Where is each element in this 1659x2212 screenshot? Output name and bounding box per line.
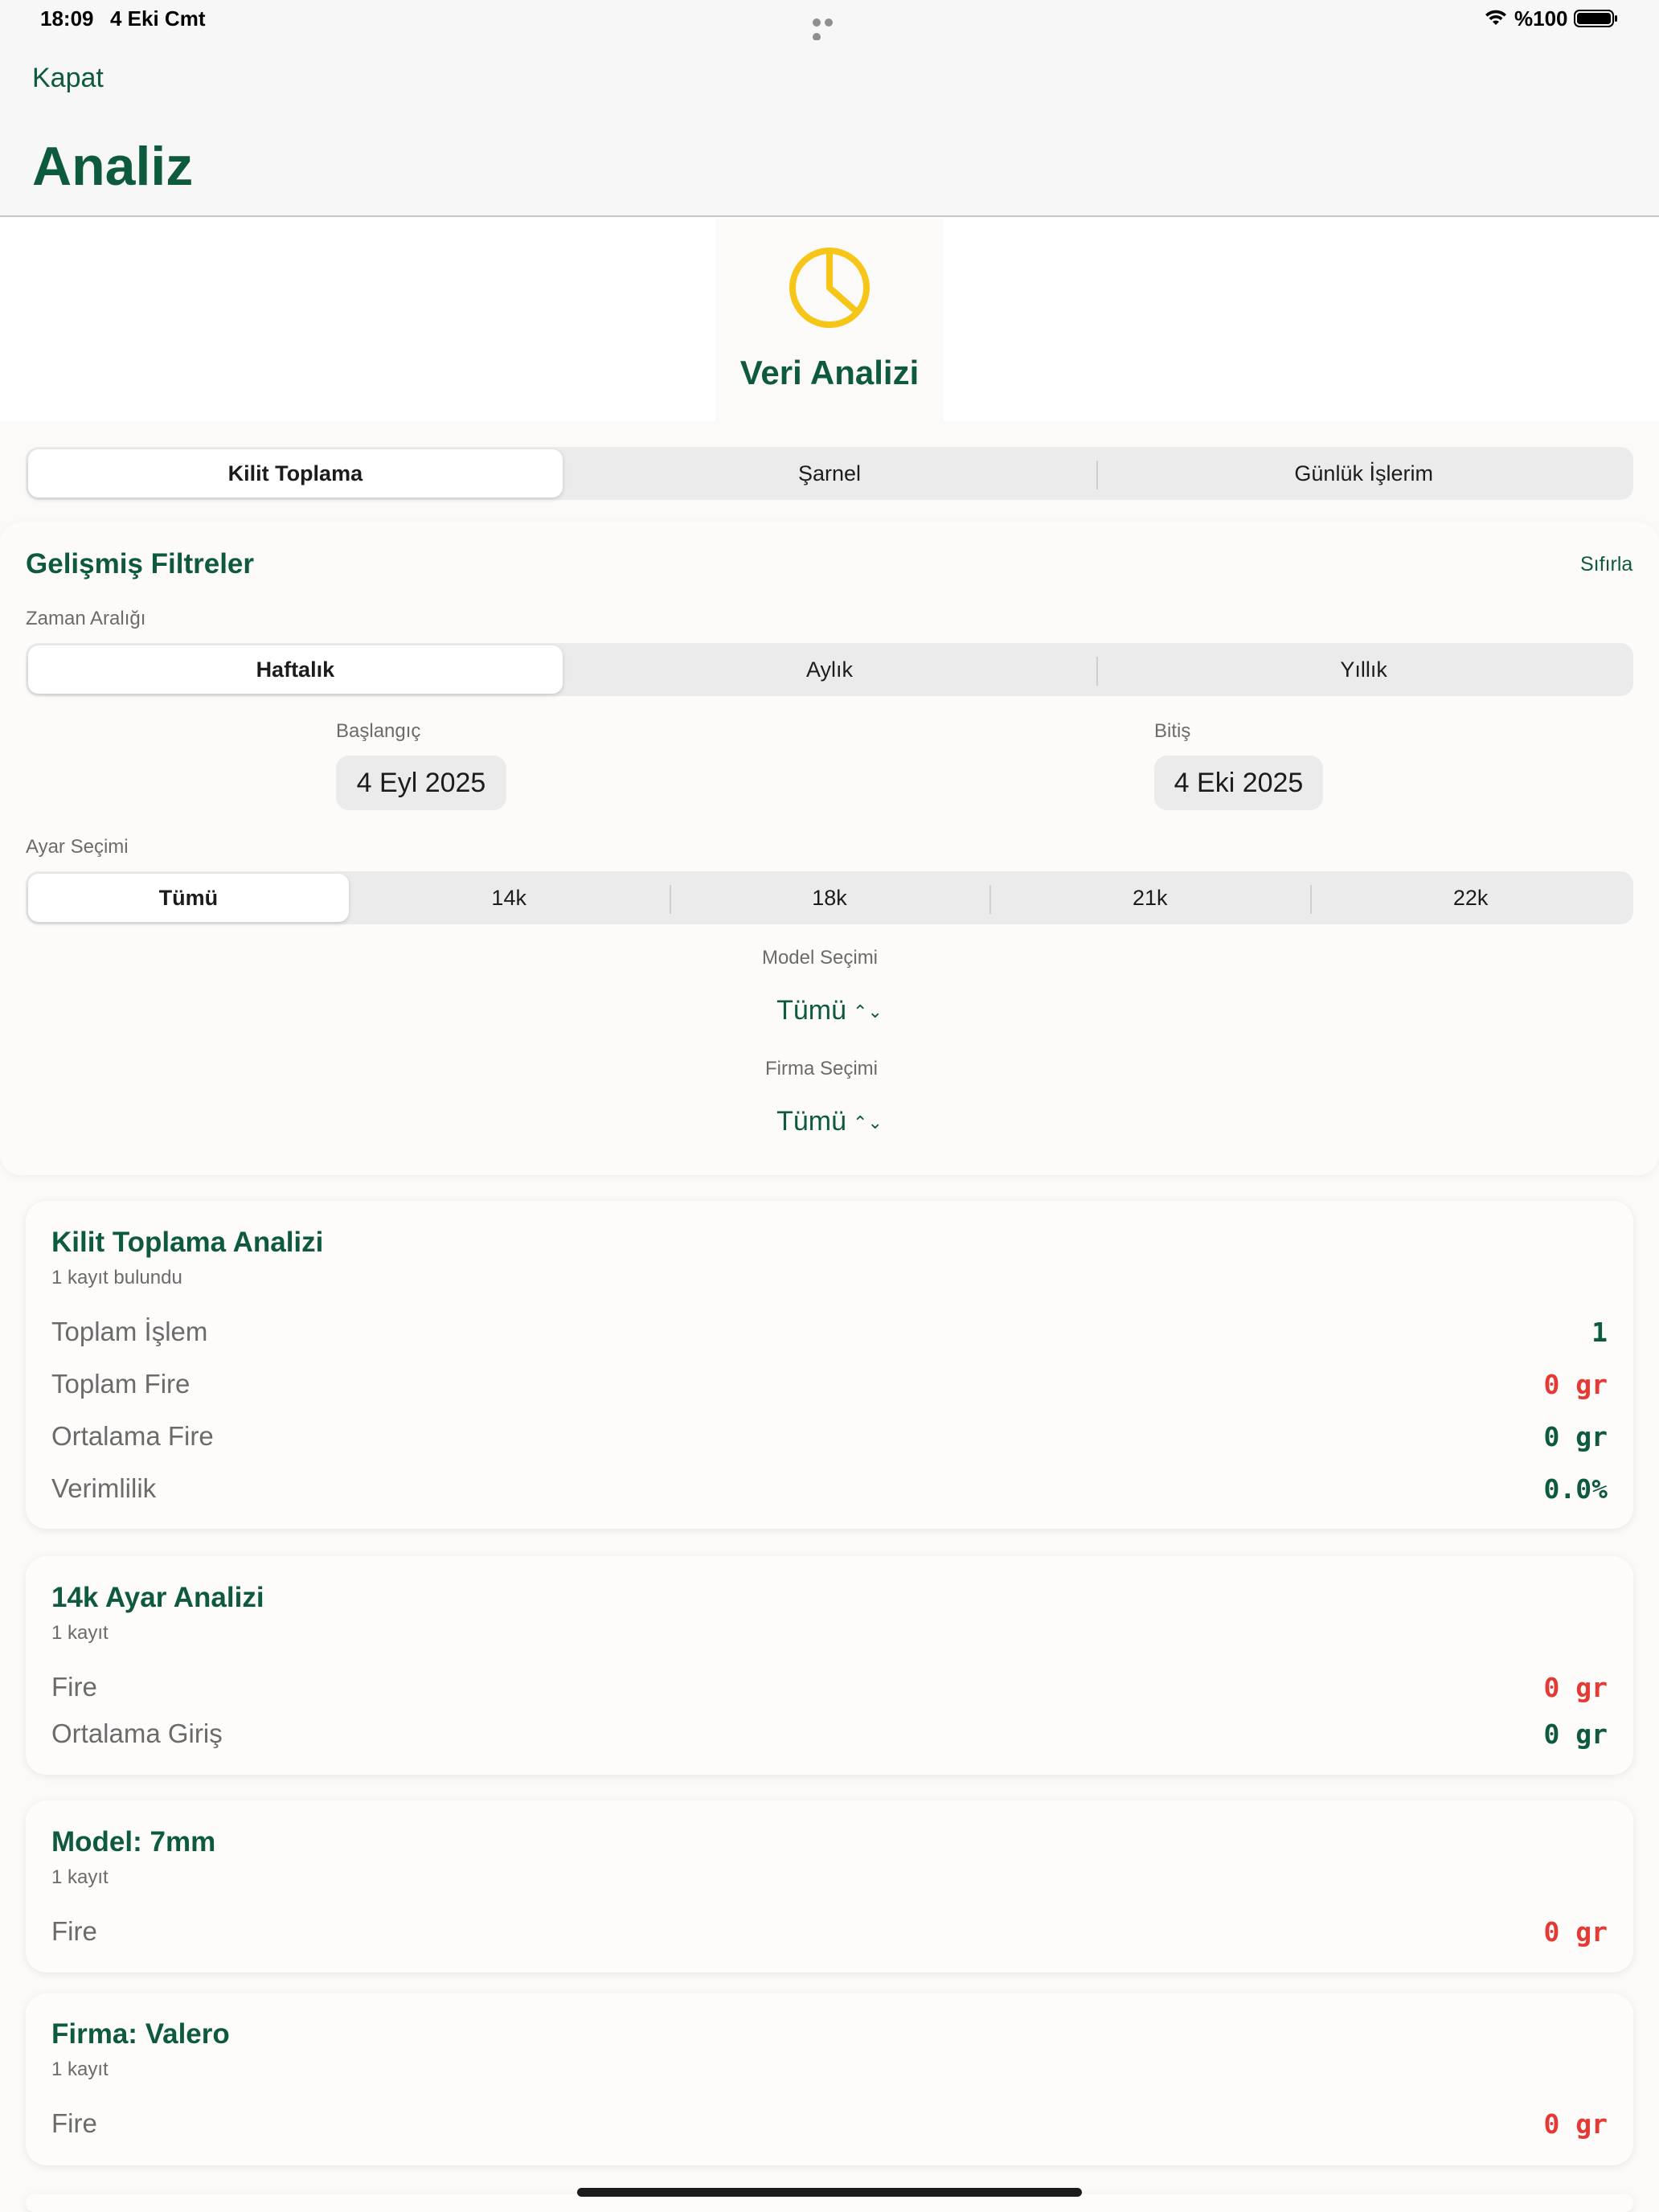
firma-analysis-card [26,1993,1633,2165]
ayar-option-14k[interactable]: 14k [349,874,670,922]
page-title: Analiz [32,136,194,197]
stat-value: 0 gr [1543,1916,1608,1948]
end-date-picker[interactable]: 4 Eki 2025 [1154,756,1323,810]
multitasking-dots-icon[interactable] [813,16,848,41]
pie-chart-icon [789,248,870,328]
ayar-option-all[interactable]: Tümü [28,874,349,922]
status-date: 4 Eki Cmt [110,6,206,31]
stat-label: Toplam Fire [51,1369,190,1399]
status-time: 18:09 [40,6,94,31]
chevron-up-down-icon: ⌃⌄ [853,1112,883,1133]
stat-label: Ortalama Giriş [51,1718,223,1748]
stat-label: Fire [51,2108,97,2138]
reset-button[interactable]: Sıfırla [1580,553,1632,576]
battery-percentage: %100 [1514,6,1568,31]
battery-icon [1574,10,1617,27]
home-indicator[interactable] [577,2188,1082,2197]
card-subtitle: 1 kayıt [51,1622,109,1644]
ayar-selector: Tümü 14k 18k 21k 22k [26,871,1633,924]
stat-value: 0 gr [1543,1672,1608,1703]
model-label: Model Seçimi [761,947,879,969]
end-date-label: Bitiş [1154,720,1191,742]
card-title: Model: 7mm [51,1826,216,1858]
model-picker[interactable]: Tümü ⌃⌄ [0,995,1659,1026]
card-subtitle: 1 kayıt bulundu [51,1267,182,1288]
start-date-label: Başlangıç [336,720,421,742]
ayar-option-21k[interactable]: 21k [989,874,1310,922]
time-range-selector: Haftalık Aylık Yıllık [26,643,1633,696]
wifi-icon [1485,10,1506,25]
stat-label: Toplam İşlem [51,1317,208,1346]
ayar-option-22k[interactable]: 22k [1310,874,1631,922]
filters-title: Gelişmiş Filtreler [26,548,255,580]
model-picker-value: Tümü [776,995,847,1026]
close-button[interactable]: Kapat [32,63,104,94]
firma-picker-value: Tümü [776,1106,847,1137]
time-range-label: Zaman Aralığı [26,608,146,629]
card-title: 14k Ayar Analizi [51,1582,264,1613]
chevron-up-down-icon: ⌃⌄ [853,1002,883,1022]
stat-label: Ortalama Fire [51,1421,214,1451]
model-analysis-card [26,1800,1633,1972]
stat-label: Verimlilik [51,1473,157,1503]
time-range-option-yearly[interactable]: Yıllık [1096,645,1631,694]
next-card [26,2194,1633,2212]
analysis-type-tabs: Kilit Toplama Şarnel Günlük İşlerim [26,447,1633,500]
ayar-label: Ayar Seçimi [26,836,129,858]
stat-value: 0 gr [1543,1369,1608,1400]
firma-label: Firma Seçimi [764,1058,878,1079]
time-range-option-monthly[interactable]: Aylık [563,645,1097,694]
stat-label: Fire [51,1916,97,1946]
card-title: Firma: Valero [51,2018,230,2050]
firma-picker[interactable]: Tümü ⌃⌄ [0,1106,1659,1137]
start-date-picker[interactable]: 4 Eyl 2025 [336,756,506,810]
status-bar: 18:09 4 Eki Cmt %100 [0,0,1659,41]
navigation-bar: Kapat Analiz [0,40,1659,217]
stat-label: Fire [51,1672,97,1702]
card-title: Kilit Toplama Analizi [51,1227,324,1258]
hero-title: Veri Analizi [739,354,920,391]
tab-sarnel[interactable]: Şarnel [563,449,1097,498]
stat-value: 0 gr [1543,1421,1608,1452]
stat-value: 0.0% [1543,1473,1608,1505]
ayar-analysis-card [26,1556,1633,1775]
stat-value: 0 gr [1543,2108,1608,2140]
time-range-option-weekly[interactable]: Haftalık [28,645,563,694]
card-subtitle: 1 kayıt [51,2058,109,2080]
tab-gunluk-islerim[interactable]: Günlük İşlerim [1096,449,1631,498]
stat-value: 0 gr [1543,1718,1608,1750]
card-subtitle: 1 kayıt [51,1866,109,1888]
ayar-option-18k[interactable]: 18k [669,874,990,922]
tab-kilit-toplama[interactable]: Kilit Toplama [28,449,563,498]
stat-value: 1 [1591,1317,1608,1348]
